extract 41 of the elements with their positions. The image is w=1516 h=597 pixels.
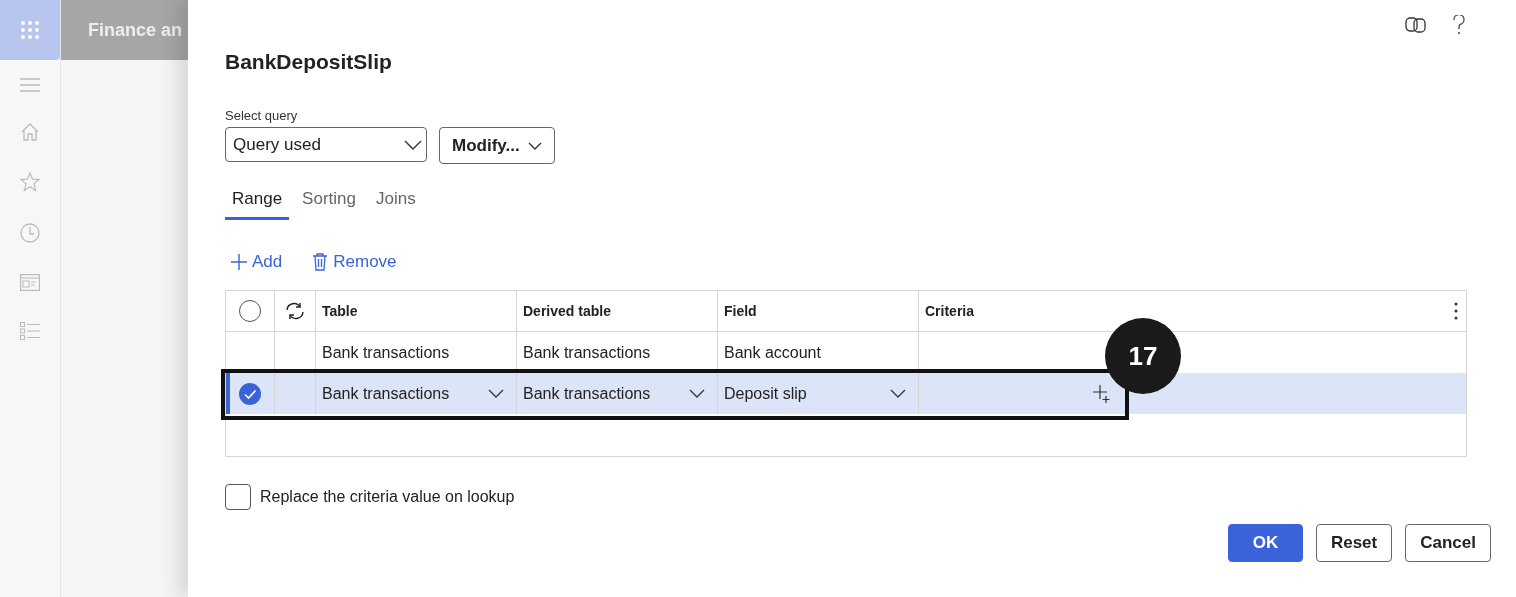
trash-icon [312,253,329,271]
add-button[interactable]: Add [225,250,289,274]
step-number-badge: 17 [1105,318,1181,394]
table-cell: Bank account [724,343,821,362]
star-icon[interactable] [20,172,40,192]
chevron-down-icon [689,389,705,398]
dialog-button[interactable]: Cancel [1405,524,1491,562]
more-options-icon[interactable] [1454,302,1458,320]
tab[interactable]: Joins [369,185,423,220]
waffle-icon [20,20,40,40]
column-header[interactable]: Field [724,303,757,319]
table-cell: Bank transactions [322,343,450,362]
refresh-icon[interactable] [284,301,306,321]
plus-icon [231,254,247,270]
chevron-down-icon [527,141,542,150]
dialog-title: BankDepositSlip [225,50,392,75]
checked-circle-icon[interactable] [239,382,261,405]
table-cell: Bank transactions [523,343,651,362]
field-label: Select query [225,108,298,123]
chevron-down-icon [488,389,504,398]
table-cell-dropdown[interactable]: Bank transactions [322,384,516,403]
column-header[interactable]: Criteria [925,303,975,319]
column-header[interactable]: Table [322,303,358,319]
tab[interactable]: Sorting [295,185,363,220]
app-title: Finance an [88,19,183,41]
help-icon[interactable] [1453,15,1465,35]
checkbox[interactable] [225,484,251,510]
chevron-down-icon [890,389,906,398]
checkbox-label: Replace the criteria value on lookup [260,488,515,506]
query-dropdown[interactable]: Query used [225,127,427,162]
lookup-icon[interactable] [1093,384,1110,403]
table-cell-dropdown[interactable]: Bank transactions [523,384,717,403]
ok-button[interactable]: OK [1227,524,1303,562]
column-header[interactable]: Derived table [523,303,611,319]
grid-row[interactable]: Bank transactions Bank transactions Deposit slip [226,373,1466,414]
tab[interactable]: Range [225,185,290,220]
dialog-button[interactable]: Reset [1315,524,1393,562]
table-cell-dropdown[interactable]: Deposit slip [724,384,918,403]
remove-button[interactable]: Remove [306,250,403,274]
modify-button[interactable]: Modify... [439,127,555,164]
chevron-down-icon [404,139,422,150]
